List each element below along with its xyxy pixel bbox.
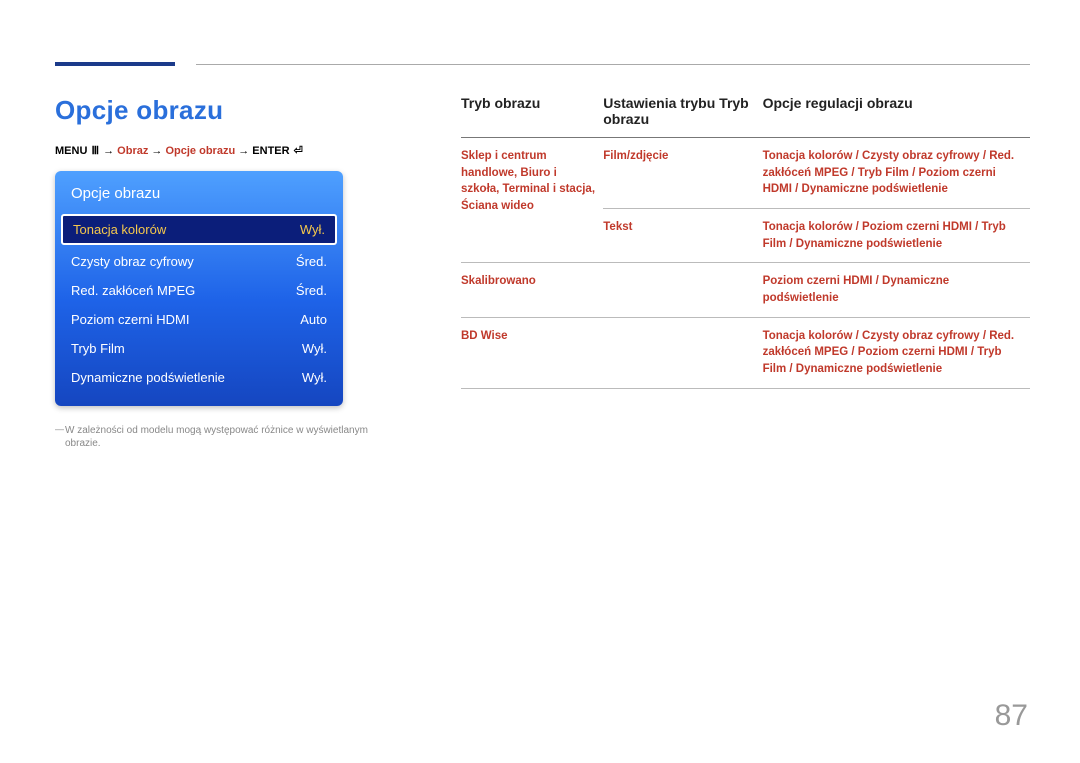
breadcrumb-seg-obraz: Obraz	[117, 145, 148, 157]
table-row: BD Wise Tonacja kolorów / Czysty obraz cy…	[461, 317, 1030, 388]
osd-row[interactable]: Poziom czerni HDMI Auto	[55, 305, 343, 334]
table-cell	[603, 263, 762, 317]
table-cell: Tekst	[603, 209, 762, 263]
osd-row-value: Auto	[300, 312, 327, 327]
table-cell: BD Wise	[461, 317, 603, 388]
header-accent-bar	[55, 62, 175, 66]
manual-page: Opcje obrazu MENU Ⅲ → Obraz → Opcje obra…	[0, 0, 1080, 763]
osd-row-value: Śred.	[296, 283, 327, 298]
osd-row-value: Wył.	[302, 341, 327, 356]
right-column: Tryb obrazu Ustawienia trybu Tryb obrazu…	[461, 95, 1030, 450]
menu-icon: Ⅲ	[90, 144, 100, 157]
osd-row-value: Wył.	[302, 370, 327, 385]
table-cell: Tonacja kolorów / Czysty obraz cyfrowy /…	[763, 317, 1030, 388]
table-cell: Film/zdjęcie	[603, 138, 762, 209]
breadcrumb: MENU Ⅲ → Obraz → Opcje obrazu → ENTER ⏎	[55, 144, 405, 157]
table-body: Sklep i centrum handlowe, Biuro i szkoła…	[461, 138, 1030, 389]
header-divider	[196, 64, 1030, 65]
table-header: Tryb obrazu	[461, 95, 603, 138]
arrow-icon: →	[151, 145, 165, 157]
table-cell: Skalibrowano	[461, 263, 603, 317]
table-cell: Tonacja kolorów / Poziom czerni HDMI / T…	[763, 209, 1030, 263]
table-header: Ustawienia trybu Tryb obrazu	[603, 95, 762, 138]
table-cell: Tonacja kolorów / Czysty obraz cyfrowy /…	[763, 138, 1030, 209]
table-cell	[603, 317, 762, 388]
osd-row[interactable]: Tonacja kolorów Wył.	[61, 214, 337, 245]
osd-row-label: Tonacja kolorów	[73, 222, 166, 237]
osd-panel: Opcje obrazu Tonacja kolorów Wył. Czysty o…	[55, 171, 343, 406]
table-header: Opcje regulacji obrazu	[763, 95, 1030, 138]
osd-rows: Tonacja kolorów Wył. Czysty obraz cyfrowy Ś…	[55, 214, 343, 392]
osd-row-value: Śred.	[296, 254, 327, 269]
osd-title: Opcje obrazu	[55, 181, 343, 212]
osd-row-label: Tryb Film	[71, 341, 125, 356]
page-title: Opcje obrazu	[55, 95, 405, 126]
osd-row-label: Czysty obraz cyfrowy	[71, 254, 194, 269]
left-column: Opcje obrazu MENU Ⅲ → Obraz → Opcje obra…	[55, 95, 405, 450]
table-row: Skalibrowano Poziom czerni HDMI / Dynamic…	[461, 263, 1030, 317]
osd-row[interactable]: Tryb Film Wył.	[55, 334, 343, 363]
enter-icon: ⏎	[293, 144, 304, 157]
osd-row-label: Dynamiczne podświetlenie	[71, 370, 225, 385]
osd-row[interactable]: Dynamiczne podświetlenie Wył.	[55, 363, 343, 392]
arrow-icon: →	[103, 145, 117, 157]
arrow-icon: →	[238, 145, 252, 157]
osd-row[interactable]: Red. zakłóceń MPEG Śred.	[55, 276, 343, 305]
options-table: Tryb obrazu Ustawienia trybu Tryb obrazu…	[461, 95, 1030, 389]
table-row: Sklep i centrum handlowe, Biuro i szkoła…	[461, 138, 1030, 209]
table-cell: Sklep i centrum handlowe, Biuro i szkoła…	[461, 138, 603, 263]
page-number: 87	[995, 699, 1028, 733]
breadcrumb-prefix: MENU	[55, 145, 90, 157]
content-columns: Opcje obrazu MENU Ⅲ → Obraz → Opcje obra…	[55, 95, 1030, 450]
breadcrumb-seg-opcje: Opcje obrazu	[165, 145, 235, 157]
osd-row[interactable]: Czysty obraz cyfrowy Śred.	[55, 247, 343, 276]
footnote: W zależności od modelu mogą występować r…	[55, 424, 405, 450]
table-cell: Poziom czerni HDMI / Dynamiczne podświet…	[763, 263, 1030, 317]
osd-row-label: Red. zakłóceń MPEG	[71, 283, 195, 298]
table-header-row: Tryb obrazu Ustawienia trybu Tryb obrazu…	[461, 95, 1030, 138]
breadcrumb-suffix: ENTER	[252, 145, 292, 157]
osd-row-label: Poziom czerni HDMI	[71, 312, 189, 327]
osd-row-value: Wył.	[300, 222, 325, 237]
